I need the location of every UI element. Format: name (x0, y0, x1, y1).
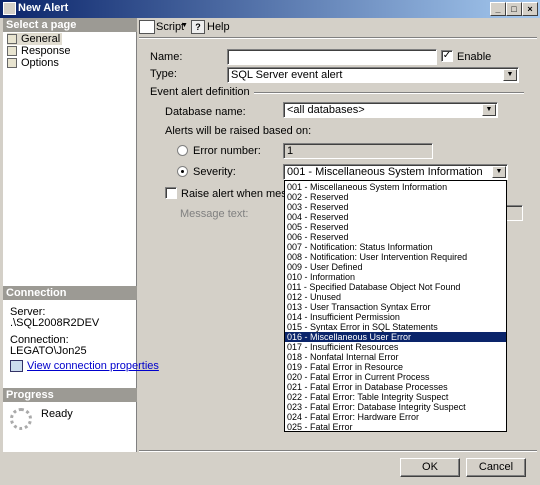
alerts-raised-label: Alerts will be raised based on: (165, 125, 312, 137)
severity-radio[interactable] (177, 166, 188, 177)
severity-option[interactable]: 004 - Reserved (285, 212, 506, 222)
chevron-down-icon[interactable]: ▼ (503, 69, 517, 81)
severity-option[interactable]: 006 - Reserved (285, 232, 506, 242)
help-button[interactable]: Help (207, 21, 230, 34)
chevron-down-icon[interactable]: ▼ (492, 166, 506, 178)
severity-option[interactable]: 021 - Fatal Error in Database Processes (285, 382, 506, 392)
name-input[interactable] (227, 49, 437, 65)
progress-header: Progress (3, 388, 137, 402)
severity-option[interactable]: 001 - Miscellaneous System Information (285, 182, 506, 192)
connection-header: Connection (3, 286, 137, 300)
page-icon (7, 46, 17, 56)
severity-option[interactable]: 013 - User Transaction Syntax Error (285, 302, 506, 312)
severity-option[interactable]: 014 - Insufficient Permission (285, 312, 506, 322)
section-divider (254, 92, 524, 94)
chevron-down-icon[interactable]: ▼ (482, 104, 496, 116)
connection-value: LEGATO\Jon25 (10, 345, 87, 357)
page-options[interactable]: Options (7, 57, 59, 69)
cancel-button[interactable]: Cancel (466, 458, 526, 477)
help-icon: ? (191, 20, 205, 34)
severity-dropdown-list[interactable]: 001 - Miscellaneous System Information 00… (284, 180, 507, 432)
type-select[interactable]: SQL Server event alert ▼ (227, 67, 519, 83)
severity-option[interactable]: 017 - Insufficient Resources (285, 342, 506, 352)
severity-option[interactable]: 023 - Fatal Error: Database Integrity Su… (285, 402, 506, 412)
view-connection-properties-link[interactable]: View connection properties (27, 360, 159, 373)
app-icon (3, 2, 16, 15)
page-response[interactable]: Response (7, 45, 71, 57)
event-alert-definition-label: Event alert definition (150, 86, 250, 98)
minimize-button[interactable]: _ (490, 2, 506, 16)
severity-option[interactable]: 005 - Reserved (285, 222, 506, 232)
footer-divider (139, 450, 537, 452)
select-page-header: Select a page (3, 18, 137, 32)
maximize-button[interactable]: □ (506, 2, 522, 16)
script-icon (139, 20, 155, 34)
database-select[interactable]: <all databases> ▼ (283, 102, 498, 118)
page-icon (7, 34, 17, 44)
severity-option[interactable]: 024 - Fatal Error: Hardware Error (285, 412, 506, 422)
progress-spinner-icon (10, 408, 32, 430)
page-general[interactable]: General (7, 33, 62, 45)
severity-option[interactable]: 019 - Fatal Error in Resource (285, 362, 506, 372)
error-number-label: Error number: (193, 145, 261, 157)
severity-option[interactable]: 018 - Nonfatal Internal Error (285, 352, 506, 362)
page-icon (7, 58, 17, 68)
error-number-radio[interactable] (177, 145, 188, 156)
severity-option[interactable]: 007 - Notification: Status Information (285, 242, 506, 252)
severity-option[interactable]: 020 - Fatal Error in Current Process (285, 372, 506, 382)
severity-option[interactable]: 015 - Syntax Error in SQL Statements (285, 322, 506, 332)
severity-option[interactable]: 009 - User Defined (285, 262, 506, 272)
message-text-label: Message text: (180, 208, 249, 220)
severity-option[interactable]: 003 - Reserved (285, 202, 506, 212)
enable-checkbox[interactable]: ✓ (441, 50, 453, 62)
severity-option[interactable]: 010 - Information (285, 272, 506, 282)
message-text-input (505, 205, 523, 221)
progress-status: Ready (41, 408, 73, 420)
window-title: New Alert (18, 2, 69, 14)
raise-alert-checkbox[interactable] (165, 187, 177, 199)
severity-option[interactable]: 011 - Specified Database Object Not Foun… (285, 282, 506, 292)
type-label: Type: (150, 68, 177, 80)
severity-label: Severity: (193, 166, 236, 178)
title-bar: New Alert _ □ × (0, 0, 540, 18)
severity-option[interactable]: 016 - Miscellaneous User Error (285, 332, 506, 342)
database-name-label: Database name: (165, 106, 246, 118)
server-value: .\SQL2008R2DEV (10, 317, 100, 329)
severity-option[interactable]: 022 - Fatal Error: Table Integrity Suspe… (285, 392, 506, 402)
chevron-down-icon[interactable]: ▼ (181, 22, 188, 29)
severity-option[interactable]: 008 - Notification: User Intervention Re… (285, 252, 506, 262)
ok-button[interactable]: OK (400, 458, 460, 477)
left-pane: Select a page General Response Options C… (3, 18, 159, 452)
error-number-input[interactable]: 1 (283, 143, 433, 159)
name-label: Name: (150, 51, 183, 63)
connection-properties-icon (10, 360, 23, 372)
severity-select[interactable]: 001 - Miscellaneous System Information ▼ (283, 164, 508, 180)
enable-label: Enable (457, 51, 492, 63)
severity-option[interactable]: 025 - Fatal Error (285, 422, 506, 432)
script-button[interactable]: Script (156, 21, 184, 34)
severity-option[interactable]: 002 - Reserved (285, 192, 506, 202)
close-button[interactable]: × (522, 2, 538, 16)
toolbar-divider (139, 37, 537, 39)
severity-option[interactable]: 012 - Unused (285, 292, 506, 302)
